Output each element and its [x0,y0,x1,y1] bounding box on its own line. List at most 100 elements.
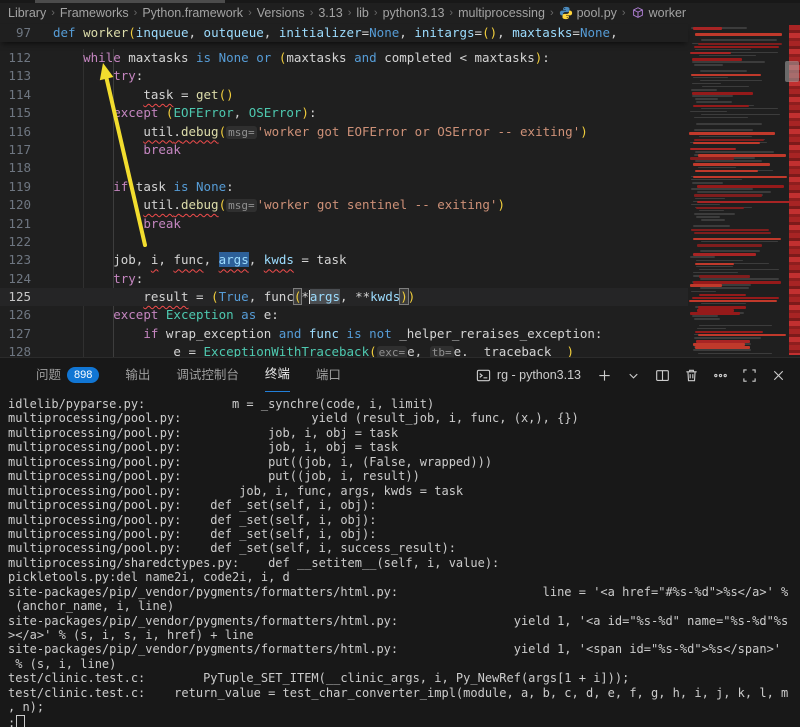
code-line-123[interactable]: 123 job, i, func, args, kwds = task [0,251,688,269]
close-panel-icon[interactable] [768,365,788,385]
panel-tab-4[interactable]: 端口 [316,359,341,392]
code-line-128[interactable]: 128 e = ExceptionWithTraceback(exc=e, tb… [0,343,688,357]
minimap[interactable] [688,25,787,355]
line-number[interactable]: 114 [0,86,31,104]
terminal-prompt-row: : [8,715,800,727]
panel-actions: rg - python3.13 [476,365,788,385]
code-line-122[interactable]: 122 [0,233,688,251]
breadcrumb-item-multiprocessing[interactable]: multiprocessing [458,6,545,20]
terminal-title: rg - python3.13 [497,368,581,382]
breadcrumb-separator: › [310,7,314,19]
terminal-output[interactable]: idlelib/pyparse.py: m = _synchre(code, i… [0,394,800,727]
code-line-125[interactable]: 125 result = (True, func(*args, **kwds)) [0,288,688,306]
terminal-icon [476,368,491,383]
terminal-row: multiprocessing/pool.py: job, i, obj = t… [8,426,800,440]
line-number[interactable]: 127 [0,325,31,343]
terminal-session[interactable]: rg - python3.13 [476,368,581,383]
terminal-row: site-packages/pip/_vendor/pygments/forma… [8,585,800,599]
line-number[interactable]: 118 [0,159,31,177]
breadcrumb-item-python-framework[interactable]: Python.framework [142,6,243,20]
breadcrumb-item-pool-py[interactable]: pool.py [559,6,617,20]
terminal-row: idlelib/pyparse.py: m = _synchre(code, i… [8,397,800,411]
line-number[interactable]: 97 [0,24,31,42]
line-number[interactable]: 120 [0,196,31,214]
line-number[interactable]: 112 [0,49,31,67]
code-line-126[interactable]: 126 except Exception as e: [0,306,688,324]
line-number[interactable]: 126 [0,306,31,324]
breadcrumb-item-library[interactable]: Library [8,6,46,20]
code-line-124[interactable]: 124 try: [0,270,688,288]
terminal-row: (anchor_name, i, line) [8,599,800,613]
line-number[interactable]: 128 [0,343,31,357]
breadcrumb-separator: › [134,7,138,19]
terminal-row: multiprocessing/pool.py: def _set(self, … [8,541,800,555]
panel-tab-terminal-active[interactable]: 终端 [265,358,290,392]
terminal-row: multiprocessing/sharedctypes.py: def __s… [8,556,800,570]
breadcrumb-separator: › [374,7,378,19]
terminal-row: multiprocessing/pool.py: yield (result_j… [8,411,800,425]
more-actions-icon[interactable] [710,365,730,385]
panel-tabs: 问题898 输出调试控制台终端端口 [36,358,341,392]
line-number[interactable]: 113 [0,67,31,85]
code-line-114[interactable]: 114 task = get() [0,86,688,104]
code-editor[interactable]: 112 while maxtasks is None or (maxtasks … [0,23,800,357]
breadcrumb-separator: › [248,7,252,19]
maximize-panel-icon[interactable] [739,365,759,385]
terminal-row: multiprocessing/pool.py: put((job, i, re… [8,469,800,483]
kill-terminal-icon[interactable] [681,365,701,385]
line-number[interactable]: 124 [0,270,31,288]
code-line-127[interactable]: 127 if wrap_exception and func is not _h… [0,325,688,343]
scrollbar-slider[interactable] [785,61,799,82]
code-line-120[interactable]: 120 util.debug(msg='worker got sentinel … [0,196,688,214]
breadcrumb-separator: › [550,7,554,19]
code-line-112[interactable]: 112 while maxtasks is None or (maxtasks … [0,49,688,67]
terminal-row: multiprocessing/pool.py: job, i, obj = t… [8,440,800,454]
line-number[interactable]: 122 [0,233,31,251]
breadcrumb-item-versions[interactable]: Versions [257,6,305,20]
terminal-row: % (s, i, line) [8,657,800,671]
line-number[interactable]: 119 [0,178,31,196]
terminal-cursor [16,715,25,727]
breadcrumb-item-python3-13[interactable]: python3.13 [383,6,445,20]
breadcrumb-separator: › [51,7,55,19]
line-number[interactable]: 125 [0,288,31,306]
vscode-window: Library › Frameworks › Python.framework › Vers… [0,0,800,727]
profile-chevron-icon[interactable] [623,365,643,385]
python-icon [559,6,573,20]
code-line-119[interactable]: 119 if task is None: [0,178,688,196]
code-line-121[interactable]: 121 break [0,215,688,233]
breadcrumb-item-3-13[interactable]: 3.13 [318,6,342,20]
terminal-row: multiprocessing/pool.py: def _set(self, … [8,498,800,512]
new-terminal-icon[interactable] [594,365,614,385]
panel-tab-0[interactable]: 问题898 [36,359,99,392]
terminal-row: test/clinic.test.c: return_value = test_… [8,686,800,700]
terminal-row: , n); [8,700,800,714]
terminal-row: ></a>' % (s, i, s, i, href) + line [8,628,800,642]
panel-tab-1[interactable]: 输出 [125,359,150,392]
line-number[interactable]: 115 [0,104,31,122]
code-line-117[interactable]: 117 break [0,141,688,159]
split-terminal-icon[interactable] [652,365,672,385]
overview-ruler[interactable] [789,25,800,355]
breadcrumb-item-worker[interactable]: worker [631,6,687,20]
problems-count-badge: 898 [67,367,99,383]
code-lines[interactable]: 112 while maxtasks is None or (maxtasks … [0,49,688,357]
sticky-line-97[interactable]: 97def worker(inqueue, outqueue, initiali… [0,24,688,42]
line-number[interactable]: 123 [0,251,31,269]
code-line-113[interactable]: 113 try: [0,67,688,85]
terminal-row: multiprocessing/pool.py: put((job, i, (F… [8,455,800,469]
breadcrumb: Library › Frameworks › Python.framework › Vers… [0,3,800,23]
symbol-cube-icon [631,6,645,20]
code-line-116[interactable]: 116 util.debug(msg='worker got EOFError … [0,123,688,141]
panel-tab-2[interactable]: 调试控制台 [176,359,239,392]
line-number[interactable]: 116 [0,123,31,141]
bottom-panel: 问题898 输出调试控制台终端端口 rg - python3.13 idlelib… [0,357,800,727]
terminal-row: site-packages/pip/_vendor/pygments/forma… [8,642,800,656]
terminal-row: test/clinic.test.c: PyTuple_SET_ITEM(__c… [8,671,800,685]
line-number[interactable]: 121 [0,215,31,233]
line-number[interactable]: 117 [0,141,31,159]
code-line-118[interactable]: 118 [0,159,688,177]
breadcrumb-item-frameworks[interactable]: Frameworks [60,6,129,20]
breadcrumb-item-lib[interactable]: lib [356,6,369,20]
code-line-115[interactable]: 115 except (EOFError, OSError): [0,104,688,122]
